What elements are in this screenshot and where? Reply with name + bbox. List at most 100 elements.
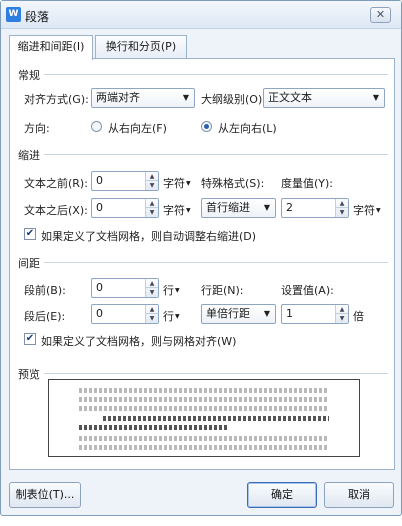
background-strip (0, 516, 402, 526)
direction-label: 方向: (24, 122, 50, 135)
ok-button[interactable]: 确定 (247, 482, 317, 508)
indent-divider (44, 154, 388, 155)
spacing-after-unit[interactable]: 行▼ (163, 308, 180, 324)
spacing-before-unit-text: 行 (163, 284, 174, 297)
spin-up-icon[interactable]: ▲ (146, 305, 158, 314)
measure-spinner[interactable]: ▲ ▼ (335, 199, 348, 217)
measure-label: 度量值(Y): (281, 177, 334, 190)
spin-down-icon[interactable]: ▼ (336, 314, 348, 323)
spin-up-icon[interactable]: ▲ (336, 305, 348, 314)
spin-down-icon[interactable]: ▼ (336, 208, 348, 217)
measure-value: 2 (286, 201, 293, 214)
spacing-grid-checkbox-label[interactable]: 如果定义了文档网格，则与网格对齐(W) (41, 333, 236, 349)
spin-up-icon[interactable]: ▲ (336, 199, 348, 208)
tab-indent-spacing[interactable]: 缩进和间距(I) (9, 35, 93, 60)
spin-down-icon[interactable]: ▼ (146, 288, 158, 297)
radio-rtl[interactable] (91, 121, 102, 132)
spacing-after-value: 0 (96, 307, 103, 320)
general-section-title: 常规 (18, 69, 40, 82)
chevron-down-icon: ▼ (186, 207, 191, 214)
chevron-down-icon: ▼ (263, 309, 270, 318)
measure-unit[interactable]: 字符▼ (353, 202, 381, 218)
chevron-down-icon: ▼ (175, 313, 180, 320)
chevron-down-icon: ▼ (186, 180, 191, 187)
tab-line-page-breaks[interactable]: 换行和分页(P) (95, 35, 187, 59)
outline-level-select[interactable]: 正文文本 ▼ (263, 88, 385, 108)
preview-next-line (79, 445, 329, 450)
line-spacing-select[interactable]: 单倍行距 ▼ (201, 304, 276, 324)
indent-before-unit-text: 字符 (163, 177, 185, 190)
indent-grid-checkbox[interactable]: ✔ (24, 228, 36, 240)
indent-before-value: 0 (96, 174, 103, 187)
wps-writer-icon: W (6, 7, 21, 22)
alignment-label: 对齐方式(G): (24, 93, 89, 106)
chevron-down-icon: ▼ (175, 287, 180, 294)
paragraph-dialog: W 段落 ✕ 缩进和间距(I) 换行和分页(P) 常规 对齐方式(G): 两端对… (0, 0, 402, 516)
spacing-before-value: 0 (96, 281, 103, 294)
line-spacing-label: 行距(N): (201, 284, 244, 297)
spacing-after-label: 段后(E): (24, 310, 66, 323)
indent-grid-checkbox-label[interactable]: 如果定义了文档网格，则自动调整右缩进(D) (41, 228, 256, 244)
outline-level-value: 正文文本 (268, 91, 312, 104)
indent-before-unit[interactable]: 字符▼ (163, 175, 191, 191)
spacing-after-spinner[interactable]: ▲ ▼ (145, 305, 158, 323)
indent-after-label: 文本之后(X): (24, 204, 88, 217)
spacing-before-label: 段前(B): (24, 284, 66, 297)
tab-stops-button[interactable]: 制表位(T)... (9, 482, 81, 508)
spacing-before-input[interactable]: 0 ▲ ▼ (91, 278, 159, 298)
chevron-down-icon: ▼ (372, 93, 379, 102)
preview-next-line (79, 436, 329, 441)
spin-up-icon[interactable]: ▲ (146, 172, 158, 181)
spacing-grid-checkbox[interactable]: ✔ (24, 333, 36, 345)
setting-value-input[interactable]: 1 ▲ ▼ (281, 304, 349, 324)
preview-prev-line (79, 388, 329, 393)
special-format-value: 首行缩进 (206, 201, 250, 214)
preview-pane (48, 379, 360, 457)
measure-unit-text: 字符 (353, 204, 375, 217)
setting-value-spinner[interactable]: ▲ ▼ (335, 305, 348, 323)
spacing-section-title: 间距 (18, 257, 40, 270)
indent-before-label: 文本之前(R): (24, 177, 88, 190)
preview-current-line (79, 425, 229, 430)
spacing-before-spinner[interactable]: ▲ ▼ (145, 279, 158, 297)
radio-ltr-label[interactable]: 从左向右(L) (218, 120, 277, 136)
chevron-down-icon: ▼ (263, 203, 270, 212)
general-divider (44, 74, 388, 75)
preview-divider (44, 373, 388, 374)
chevron-down-icon: ▼ (182, 93, 189, 102)
setting-value-value: 1 (286, 307, 293, 320)
spin-down-icon[interactable]: ▼ (146, 208, 158, 217)
outline-level-label: 大纲级别(O): (201, 93, 266, 106)
radio-rtl-label[interactable]: 从右向左(F) (108, 120, 167, 136)
indent-after-input[interactable]: 0 ▲ ▼ (91, 198, 159, 218)
spacing-after-unit-text: 行 (163, 310, 174, 323)
cancel-button[interactable]: 取消 (324, 482, 394, 508)
tab-panel: 常规 对齐方式(G): 两端对齐 ▼ 大纲级别(O): 正文文本 ▼ 方向: 从… (9, 58, 395, 470)
spin-up-icon[interactable]: ▲ (146, 199, 158, 208)
indent-before-spinner[interactable]: ▲ ▼ (145, 172, 158, 190)
spacing-after-input[interactable]: 0 ▲ ▼ (91, 304, 159, 324)
indent-after-spinner[interactable]: ▲ ▼ (145, 199, 158, 217)
indent-after-value: 0 (96, 201, 103, 214)
special-format-select[interactable]: 首行缩进 ▼ (201, 198, 276, 218)
indent-after-unit[interactable]: 字符▼ (163, 202, 191, 218)
setting-value-unit: 倍 (353, 310, 364, 323)
close-button[interactable]: ✕ (370, 7, 391, 23)
setting-value-label: 设置值(A): (281, 284, 334, 297)
preview-prev-line (79, 406, 329, 411)
spin-up-icon[interactable]: ▲ (146, 279, 158, 288)
spin-down-icon[interactable]: ▼ (146, 181, 158, 190)
special-format-label: 特殊格式(S): (201, 177, 265, 190)
radio-ltr[interactable] (201, 121, 212, 132)
spacing-divider (44, 262, 388, 263)
measure-input[interactable]: 2 ▲ ▼ (281, 198, 349, 218)
chevron-down-icon: ▼ (376, 207, 381, 214)
preview-section-title: 预览 (18, 368, 40, 381)
line-spacing-value: 单倍行距 (206, 307, 250, 320)
alignment-select[interactable]: 两端对齐 ▼ (91, 88, 195, 108)
dialog-title: 段落 (25, 10, 50, 24)
spin-down-icon[interactable]: ▼ (146, 314, 158, 323)
title-bar: W 段落 ✕ (1, 1, 401, 29)
spacing-before-unit[interactable]: 行▼ (163, 282, 180, 298)
indent-before-input[interactable]: 0 ▲ ▼ (91, 171, 159, 191)
